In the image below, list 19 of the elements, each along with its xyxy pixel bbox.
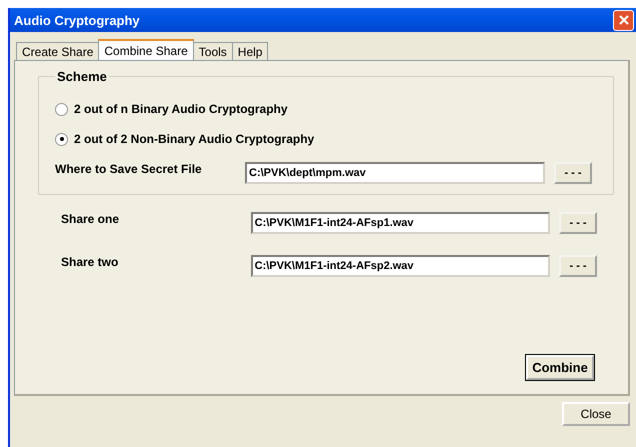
input-field[interactable]: C:\PVK\M1F1-int24-AFsp1.wav — [250, 212, 550, 234]
browse-button[interactable]: - - - — [559, 212, 597, 234]
input-field[interactable]: C:\PVK\dept\mpm.wav — [245, 162, 545, 184]
field-label: Where to Save Secret File — [55, 161, 203, 176]
field-label: Share two — [61, 254, 120, 269]
browse-button[interactable]: - - - — [559, 255, 597, 277]
field-label: Share one — [61, 211, 120, 226]
radio-option[interactable]: 2 out of 2 Non-Binary Audio Cryptography — [55, 124, 597, 154]
tab[interactable]: Create Share — [16, 42, 100, 60]
close-button[interactable]: Close — [562, 402, 630, 426]
close-icon[interactable] — [613, 10, 634, 30]
browse-button[interactable]: - - - — [554, 162, 592, 184]
group-title: Scheme — [56, 69, 108, 84]
radio-option[interactable]: 2 out of n Binary Audio Cryptography — [55, 94, 597, 124]
combine-button[interactable]: Combine — [526, 355, 594, 380]
window-title: Audio Cryptography — [14, 12, 140, 28]
tab[interactable]: Combine Share — [98, 39, 194, 60]
input-field[interactable]: C:\PVK\M1F1-int24-AFsp2.wav — [250, 255, 550, 277]
tab[interactable]: Help — [232, 42, 268, 60]
